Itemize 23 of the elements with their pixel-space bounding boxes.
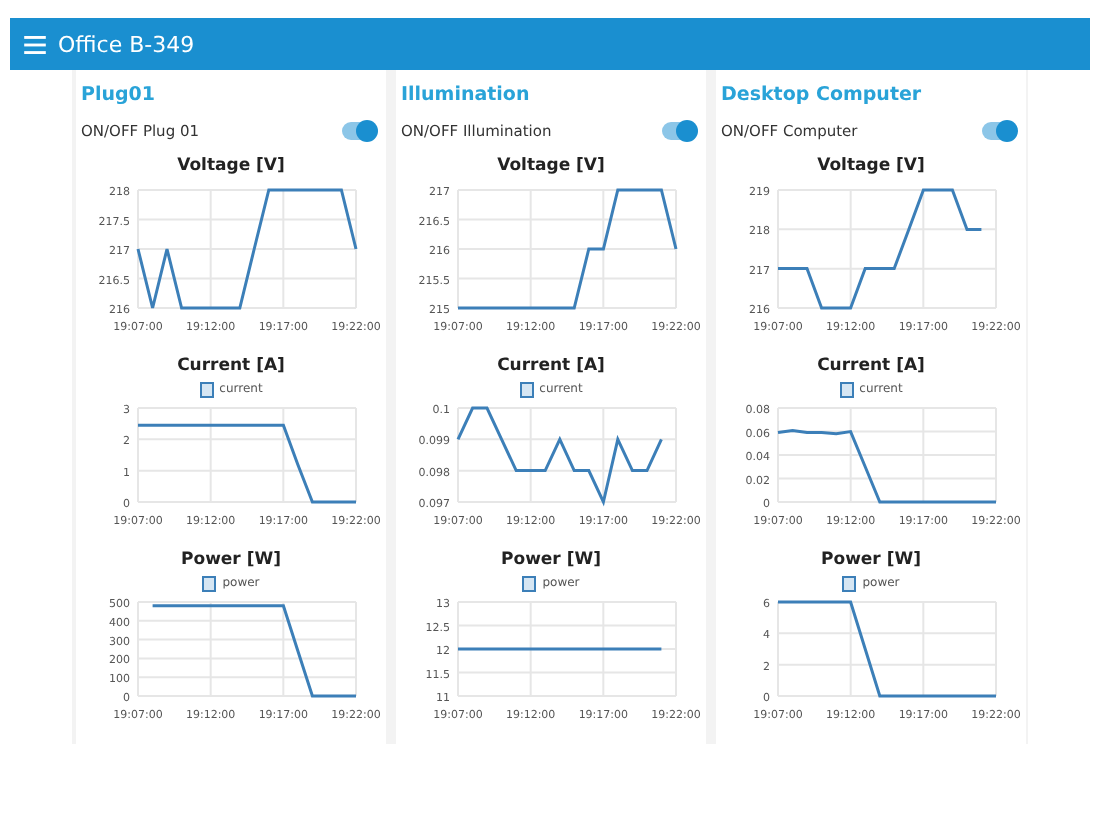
chart-title: Voltage [V] — [497, 156, 605, 176]
group-title: Desktop Computer — [721, 84, 924, 106]
chart-title: Power [W] — [181, 550, 281, 570]
chart-title: Current [A] — [817, 356, 925, 376]
menu-icon[interactable] — [24, 35, 46, 53]
legend-swatch — [522, 575, 537, 591]
page-title: Office B-349 — [58, 31, 195, 57]
chart-title: Power [W] — [821, 550, 921, 570]
legend-swatch — [839, 381, 854, 397]
legend-swatch — [199, 381, 214, 397]
legend-swatch — [519, 381, 534, 397]
group-title: Plug01 — [81, 84, 158, 106]
chart-title: Current [A] — [177, 356, 285, 376]
toggle-switch[interactable] — [981, 122, 1015, 140]
chart-title: Voltage [V] — [817, 156, 925, 176]
group-title: Illumination — [401, 84, 532, 106]
legend-swatch — [202, 575, 217, 591]
toggle-switch[interactable] — [341, 122, 375, 140]
chart-title: Current [A] — [497, 356, 605, 376]
chart-title: Voltage [V] — [177, 156, 285, 176]
toggle-switch[interactable] — [661, 122, 695, 140]
chart-title: Power [W] — [501, 550, 601, 570]
legend-swatch — [842, 575, 857, 591]
